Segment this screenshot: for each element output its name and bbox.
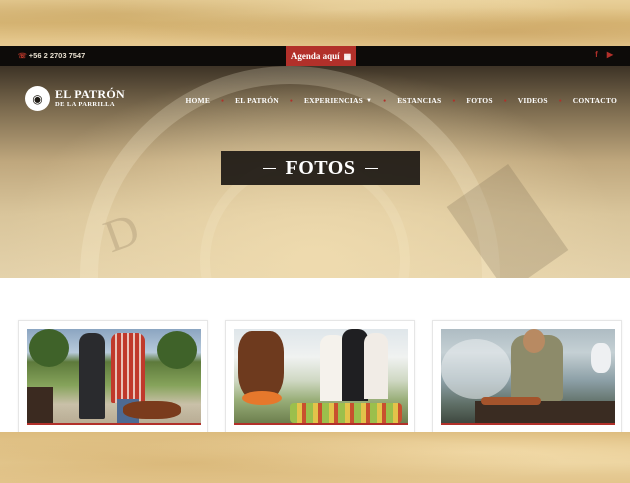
nav-label: EXPERIENCIAS	[303, 96, 364, 105]
parchment-background-bottom	[0, 432, 630, 483]
card-accent-bar	[234, 423, 408, 425]
nav-separator-icon: ●	[558, 97, 562, 104]
page-title-box: FOTOS	[221, 151, 420, 185]
nav-separator-icon: ●	[503, 97, 507, 104]
nav-label: VIDEOS	[517, 96, 548, 105]
person-shape	[364, 333, 388, 399]
youtube-icon[interactable]: ▶	[607, 50, 613, 59]
page-title: FOTOS	[285, 156, 356, 179]
phone-number: +56 2 2703 7547	[28, 51, 86, 60]
nav-item-videos[interactable]: VIDEOS	[518, 96, 548, 105]
top-bar: ☏ +56 2 2703 7547 Agenda aquí ▦ f ▶	[0, 46, 630, 66]
tree-shape	[157, 331, 197, 369]
site-logo[interactable]: ◉ EL PATRÓN DE LA PARRILLA	[25, 86, 125, 111]
nav-item-home[interactable]: HOME	[185, 96, 210, 105]
title-dash-left	[262, 167, 276, 169]
bag-shape	[591, 343, 611, 373]
logo-line2: DE LA PARRILLA	[55, 101, 116, 109]
nav-item-fotos[interactable]: FOTOS	[466, 96, 492, 105]
person-head-shape	[523, 329, 545, 353]
social-links: f ▶	[595, 50, 613, 59]
nav-separator-icon: ●	[289, 97, 293, 104]
nav-label: FOTOS	[466, 96, 493, 105]
phone-link[interactable]: ☏ +56 2 2703 7547	[18, 51, 85, 60]
nav-separator-icon: ●	[383, 97, 387, 104]
nav-label: HOME	[185, 96, 211, 105]
asado-outdoor-photo[interactable]	[27, 329, 201, 423]
agenda-button[interactable]: Agenda aquí ▦	[286, 46, 356, 66]
chevron-down-icon: ▼	[366, 97, 373, 104]
card-accent-bar	[27, 423, 201, 425]
party-guests-photo[interactable]	[234, 329, 408, 423]
meat-shape	[481, 397, 541, 405]
grill-chef-photo[interactable]	[441, 329, 615, 423]
food-platter-shape	[290, 403, 402, 423]
nav-separator-icon: ●	[452, 97, 456, 104]
smoke-shape	[441, 339, 511, 399]
tree-shape	[29, 329, 69, 367]
agenda-label: Agenda aquí	[290, 51, 340, 61]
grill-shape	[27, 387, 53, 423]
card-accent-bar	[441, 423, 615, 425]
parchment-background-top	[0, 0, 630, 46]
nav-item-estancias[interactable]: ESTANCIAS	[397, 96, 441, 105]
facebook-icon[interactable]: f	[595, 50, 598, 59]
nav-item-experiencias[interactable]: EXPERIENCIAS ▼	[304, 96, 372, 105]
nav-separator-icon: ●	[221, 97, 225, 104]
gallery-card[interactable]	[432, 320, 622, 440]
gallery-card[interactable]	[225, 320, 415, 440]
person-shape	[79, 333, 105, 419]
calendar-icon: ▦	[343, 51, 352, 61]
logo-line1: EL PATRÓN	[55, 87, 125, 102]
gallery-card[interactable]	[18, 320, 208, 440]
main-nav: HOME ● EL PATRÓN ● EXPERIENCIAS ▼ ● ESTAN…	[185, 96, 617, 105]
nav-label: CONTACTO	[572, 96, 617, 105]
roast-shape	[123, 401, 181, 419]
fire-shape	[242, 391, 282, 405]
person-shape	[111, 333, 145, 403]
nav-item-el-patron[interactable]: EL PATRÓN	[235, 96, 279, 105]
nav-label: EL PATRÓN	[235, 96, 279, 105]
gaucho-hat-icon: ◉	[25, 86, 50, 111]
nav-item-contacto[interactable]: CONTACTO	[573, 96, 617, 105]
title-dash-right	[365, 167, 379, 169]
phone-icon: ☏	[18, 52, 27, 60]
nav-label: ESTANCIAS	[397, 96, 442, 105]
